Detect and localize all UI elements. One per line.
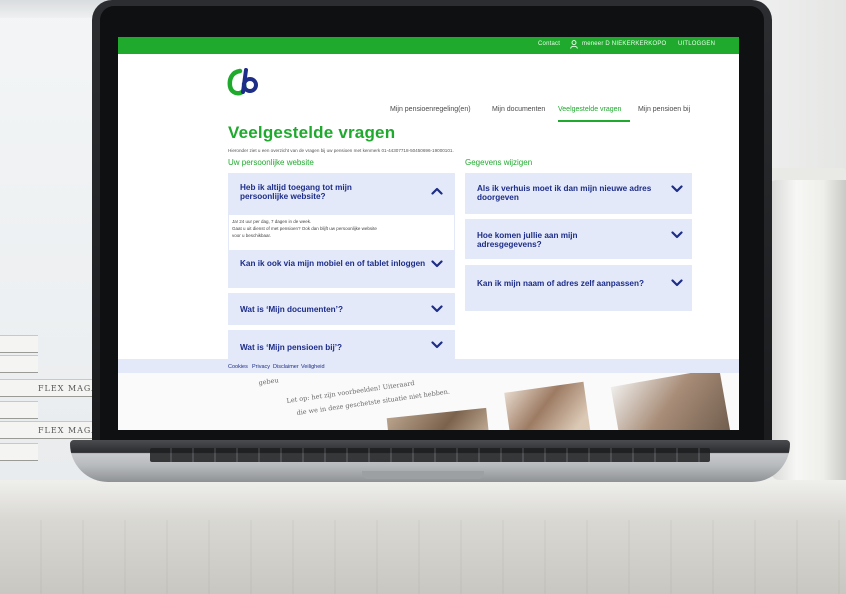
answer-line: Ja! 24 uur per dag, 7 dagen in de week. [232,219,312,224]
faq-question: Hoe komen jullie aan mijn adresgegevens? [477,231,578,249]
book: FLEX MAGAZ [0,421,105,439]
site-header: Mijn pensioenregeling(en) Mijn documente… [118,54,739,124]
promo-banner: gebeu Let op: het zijn voorbeelden! Uite… [118,373,739,430]
faq-question: Kan ik mijn naam of adres zelf aanpassen… [477,279,644,288]
faq-question: Als ik verhuis moet ik dan mijn nieuwe a… [477,184,652,202]
nav-mijn-pensioen-bij[interactable]: Mijn pensioen bij [638,106,690,113]
faq-item-mijn-pensioen-bij[interactable]: Wat is ‘Mijn pensioen bij’? [228,330,455,359]
pensioenfonds-logo[interactable] [226,68,262,96]
answer-line: voor u beschikbaar. [232,233,272,238]
logout-link[interactable]: UITLOGGEN [678,41,715,47]
faq-item-verhuizen[interactable]: Als ik verhuis moet ik dan mijn nieuwe a… [465,173,692,214]
chevron-down-icon[interactable] [431,341,443,349]
footer-link-disclaimer[interactable]: Disclaimer [273,364,299,370]
faq-item-naam-adres-aanpassen[interactable]: Kan ik mijn naam of adres zelf aanpassen… [465,265,692,311]
book [0,401,38,419]
promo-photo [386,407,490,430]
table-grain [0,520,846,594]
promo-line: gebeu [258,376,280,387]
chevron-down-icon[interactable] [431,260,443,268]
intro-text: Hieronder ziet u een overzicht van de vr… [228,148,454,153]
faq-item-toegang[interactable]: Heb ik altijd toegang tot mijn persoonli… [228,173,455,214]
footer-link-cookies[interactable]: Cookies [228,364,248,370]
active-nav-indicator [558,120,630,122]
faq-item-mobiel-inloggen[interactable]: Kan ik ook via mijn mobiel en of tablet … [228,250,455,288]
book [0,355,38,373]
faq-item-adresgegevens[interactable]: Hoe komen jullie aan mijn adresgegevens? [465,219,692,259]
chevron-down-icon[interactable] [671,231,683,239]
book [0,335,38,353]
book-title: FLEX MAGA [38,384,99,393]
footer-link-veiligheid[interactable]: Veiligheid [301,364,325,370]
promo-photo [610,373,732,430]
faq-question: Kan ik ook via mijn mobiel en of tablet … [240,259,426,268]
book: FLEX MAGA [0,379,99,397]
chevron-down-icon[interactable] [431,305,443,313]
nav-mijn-pensioenregelingen[interactable]: Mijn pensioenregeling(en) [390,106,471,113]
section-heading-gegevens-wijzigen: Gegevens wijzigen [465,158,533,167]
faq-question: Wat is ‘Mijn documenten’? [240,305,343,314]
faq-question: Wat is ‘Mijn pensioen bij’? [240,343,343,352]
faq-answer-toegang: Ja! 24 uur per dag, 7 dagen in de week. … [228,214,455,254]
footer-link-privacy[interactable]: Privacy [252,364,270,370]
contact-link[interactable]: Contact [538,41,560,47]
chevron-up-icon[interactable] [431,187,443,195]
user-name-link[interactable]: meneer D NIEKERKERKOPO [582,41,666,47]
answer-line: Gaat u uit dienst of met pensioen? Ook d… [232,226,377,231]
promo-photo [504,381,592,430]
laptop-notch [362,471,484,479]
chevron-down-icon[interactable] [671,185,683,193]
chevron-down-icon[interactable] [671,279,683,287]
coffee-cup [770,180,846,480]
book [0,443,38,461]
section-heading-persoonlijke-website: Uw persoonlijke website [228,158,314,167]
faq-question: Heb ik altijd toegang tot mijn persoonli… [240,183,352,201]
nav-veelgestelde-vragen[interactable]: Veelgestelde vragen [558,106,621,113]
user-icon [570,40,578,49]
browser-screen: Contact meneer D NIEKERKERKOPO UITLOGGEN… [118,37,739,430]
keyboard [150,448,710,462]
page-title: Veelgestelde vragen [228,123,396,142]
faq-item-mijn-documenten[interactable]: Wat is ‘Mijn documenten’? [228,293,455,325]
footer-bar [118,359,739,373]
top-utility-bar: Contact meneer D NIEKERKERKOPO UITLOGGEN [118,37,739,54]
nav-mijn-documenten[interactable]: Mijn documenten [492,106,545,113]
